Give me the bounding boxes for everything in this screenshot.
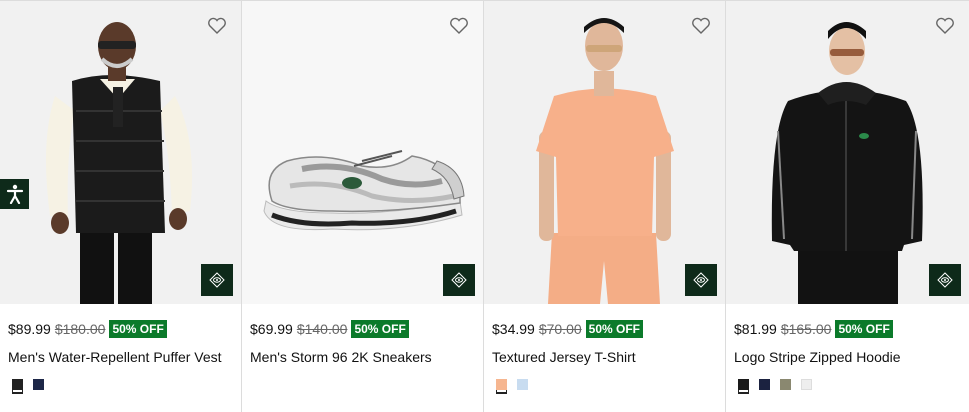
product-name[interactable]: Men's Storm 96 2K Sneakers xyxy=(250,349,432,365)
color-swatch-navy[interactable] xyxy=(33,379,44,390)
original-price: $140.00 xyxy=(296,321,348,337)
product-image[interactable] xyxy=(0,1,241,304)
color-swatch-black[interactable] xyxy=(12,379,23,390)
price-row: $81.99 $165.00 50% OFF xyxy=(734,320,893,338)
product-card-zipped-hoodie[interactable]: $81.99 $165.00 50% OFF Logo Stripe Zippe… xyxy=(726,0,969,412)
discount-badge: 50% OFF xyxy=(835,320,893,338)
sale-price: $81.99 xyxy=(734,321,777,337)
product-name[interactable]: Logo Stripe Zipped Hoodie xyxy=(734,349,901,365)
quick-view-eye-icon[interactable] xyxy=(443,264,475,296)
discount-badge: 50% OFF xyxy=(109,320,167,338)
product-card-puffer-vest[interactable]: $89.99 $180.00 50% OFF Men's Water-Repel… xyxy=(0,0,242,412)
product-card-jersey-tshirt[interactable]: $34.99 $70.00 50% OFF Textured Jersey T-… xyxy=(484,0,726,412)
product-name[interactable]: Men's Water-Repellent Puffer Vest xyxy=(8,349,222,365)
original-price: $70.00 xyxy=(538,321,582,337)
price-row: $89.99 $180.00 50% OFF xyxy=(8,320,167,338)
discount-badge: 50% OFF xyxy=(585,320,644,338)
accessibility-button[interactable] xyxy=(0,179,29,209)
wishlist-heart-icon[interactable] xyxy=(449,17,469,35)
color-swatch-olive[interactable] xyxy=(780,379,791,390)
product-name[interactable]: Textured Jersey T-Shirt xyxy=(492,349,636,365)
quick-view-eye-icon[interactable] xyxy=(929,264,961,296)
model-tshirt-image xyxy=(484,1,725,304)
product-image[interactable] xyxy=(242,1,483,304)
product-image[interactable] xyxy=(484,1,725,304)
price-row: $34.99 $70.00 50% OFF xyxy=(492,320,644,338)
product-grid: $89.99 $180.00 50% OFF Men's Water-Repel… xyxy=(0,0,969,412)
sneaker-image xyxy=(242,1,483,304)
color-swatch-white[interactable] xyxy=(801,379,812,390)
wishlist-heart-icon[interactable] xyxy=(207,17,227,35)
color-swatch-navy[interactable] xyxy=(759,379,770,390)
model-puffer-vest-image xyxy=(0,1,241,304)
sale-price: $34.99 xyxy=(492,321,535,337)
discount-badge: 50% OFF xyxy=(351,320,409,338)
color-swatch-peach[interactable] xyxy=(496,379,507,390)
price-row: $69.99 $140.00 50% OFF xyxy=(250,320,409,338)
wishlist-heart-icon[interactable] xyxy=(935,17,955,35)
color-swatch-light-blue[interactable] xyxy=(517,379,528,390)
original-price: $180.00 xyxy=(54,321,106,337)
original-price: $165.00 xyxy=(780,321,832,337)
color-swatches xyxy=(738,379,812,390)
color-swatches xyxy=(12,379,44,390)
model-hoodie-image xyxy=(726,1,968,304)
sale-price: $69.99 xyxy=(250,321,293,337)
quick-view-eye-icon[interactable] xyxy=(201,264,233,296)
color-swatches xyxy=(496,379,528,390)
color-swatch-black[interactable] xyxy=(738,379,749,390)
wishlist-heart-icon[interactable] xyxy=(691,17,711,35)
product-image[interactable] xyxy=(726,1,969,304)
sale-price: $89.99 xyxy=(8,321,51,337)
quick-view-eye-icon[interactable] xyxy=(685,264,717,296)
product-card-sneakers[interactable]: $69.99 $140.00 50% OFF Men's Storm 96 2K… xyxy=(242,0,484,412)
accessibility-person-icon xyxy=(6,184,23,204)
